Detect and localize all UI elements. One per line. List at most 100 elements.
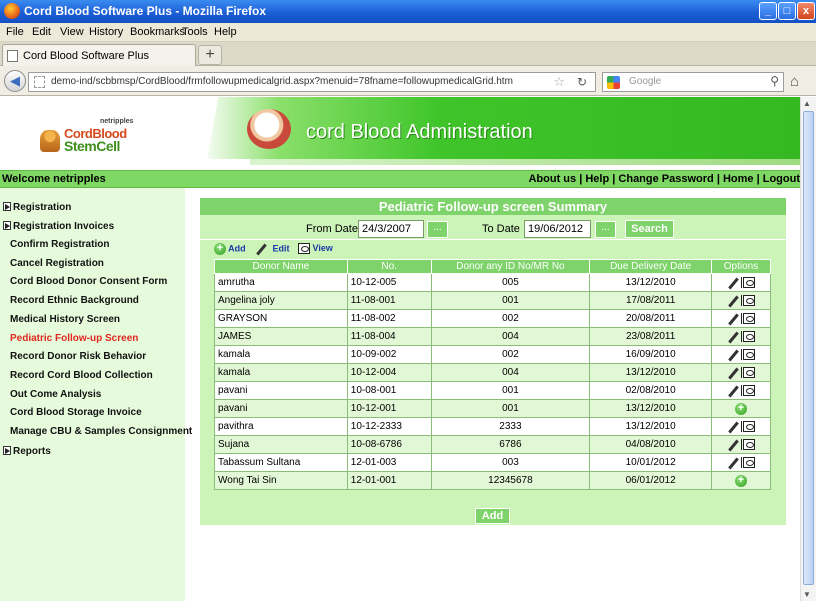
to-date-field[interactable]: 19/06/2012 xyxy=(524,220,591,238)
bookmark-star-icon[interactable]: ☆ xyxy=(553,74,565,90)
view-icon[interactable] xyxy=(742,331,755,342)
view-icon[interactable] xyxy=(742,313,755,324)
search-box[interactable]: Google ⚲ xyxy=(602,72,784,92)
table-row[interactable]: pavithra 10-12-2333 2333 13/12/2010 xyxy=(214,417,771,436)
scroll-thumb[interactable] xyxy=(803,111,814,585)
menu-history[interactable]: History xyxy=(89,26,123,38)
table-row[interactable]: Sujana 10-08-6786 6786 04/08/2010 xyxy=(214,435,771,454)
col-donor-name[interactable]: Donor Name xyxy=(214,259,348,274)
pencil-icon xyxy=(256,243,270,255)
view-icon[interactable] xyxy=(742,385,755,396)
sidebar-item-registration[interactable]: Registration xyxy=(3,201,71,213)
close-button[interactable]: x xyxy=(797,2,815,20)
table-row[interactable]: amrutha 10-12-005 005 13/12/2010 xyxy=(214,273,771,292)
scroll-down-icon[interactable]: ▼ xyxy=(803,590,811,599)
view-tool-button[interactable]: View xyxy=(298,243,333,255)
from-date-picker-button[interactable]: ... xyxy=(427,221,448,238)
sidebar-item-donor-risk[interactable]: Record Donor Risk Behavior xyxy=(10,351,146,362)
edit-icon[interactable] xyxy=(728,313,740,325)
add-button[interactable]: Add xyxy=(475,508,510,524)
change-password-link[interactable]: Change Password xyxy=(618,173,713,185)
back-button[interactable]: ◀ xyxy=(4,70,26,92)
view-icon[interactable] xyxy=(742,457,755,468)
expand-icon[interactable] xyxy=(3,221,11,230)
edit-icon[interactable] xyxy=(728,457,740,469)
help-link[interactable]: Help xyxy=(585,173,609,185)
col-due-date[interactable]: Due Delivery Date xyxy=(589,259,713,274)
logout-link[interactable]: Logout xyxy=(763,173,800,185)
add-icon[interactable]: + xyxy=(735,402,748,415)
reload-icon[interactable]: ↻ xyxy=(577,75,587,89)
view-icon[interactable] xyxy=(742,367,755,378)
url-bar[interactable]: demo-ind/scbbmsp/CordBlood/frmfollowupme… xyxy=(28,72,596,92)
table-row[interactable]: pavani 10-08-001 001 02/08/2010 xyxy=(214,381,771,400)
sidebar-item-confirm-registration[interactable]: Confirm Registration xyxy=(10,239,109,250)
search-button[interactable]: Search xyxy=(625,220,674,238)
to-date-picker-button[interactable]: ... xyxy=(595,221,616,238)
view-icon[interactable] xyxy=(742,421,755,432)
home-link[interactable]: Home xyxy=(723,173,754,185)
table-row[interactable]: JAMES 11-08-004 004 23/08/2011 xyxy=(214,327,771,346)
sidebar-item-pediatric-followup[interactable]: Pediatric Follow-up Screen xyxy=(10,333,138,344)
edit-tool-button[interactable]: Edit xyxy=(256,243,290,255)
menu-tools[interactable]: Tools xyxy=(182,26,208,38)
menu-bookmarks[interactable]: Bookmarks xyxy=(130,26,185,38)
sidebar-item-registration-invoices[interactable]: Registration Invoices xyxy=(3,220,114,232)
menu-file[interactable]: File xyxy=(6,26,24,38)
view-icon[interactable] xyxy=(742,439,755,450)
col-no[interactable]: No. xyxy=(346,259,432,274)
sidebar-item-cancel-registration[interactable]: Cancel Registration xyxy=(10,258,104,269)
menu-help[interactable]: Help xyxy=(214,26,237,38)
edit-icon[interactable] xyxy=(728,295,740,307)
edit-icon[interactable] xyxy=(728,277,740,289)
table-row[interactable]: pavani 10-12-001 001 13/12/2010 + xyxy=(214,399,771,418)
expand-icon[interactable] xyxy=(3,446,11,455)
cell-donor-name: Sujana xyxy=(214,435,348,454)
edit-icon[interactable] xyxy=(728,421,740,433)
expand-icon[interactable] xyxy=(3,202,11,211)
cell-due-date: 17/08/2011 xyxy=(589,291,713,310)
from-date-field[interactable]: 24/3/2007 xyxy=(358,220,424,238)
menu-view[interactable]: View xyxy=(60,26,84,38)
sidebar-item-reports[interactable]: Reports xyxy=(3,445,51,457)
menu-edit[interactable]: Edit xyxy=(32,26,51,38)
vertical-scrollbar[interactable]: ▲ ▼ xyxy=(800,97,816,601)
sidebar-item-storage-invoice[interactable]: Cord Blood Storage Invoice xyxy=(10,407,142,418)
sidebar-item-medical-history[interactable]: Medical History Screen xyxy=(10,314,120,325)
table-row[interactable]: kamala 10-09-002 002 16/09/2010 xyxy=(214,345,771,364)
table-row[interactable]: Tabassum Sultana 12-01-003 003 10/01/2012 xyxy=(214,453,771,472)
view-icon[interactable] xyxy=(742,295,755,306)
add-icon[interactable]: + xyxy=(735,474,748,487)
edit-icon[interactable] xyxy=(728,439,740,451)
cell-donor-id: 12345678 xyxy=(430,471,591,490)
search-icon[interactable]: ⚲ xyxy=(770,74,779,88)
sidebar-item-ethnic-background[interactable]: Record Ethnic Background xyxy=(10,295,139,306)
maximize-button[interactable]: □ xyxy=(778,2,796,20)
cell-options: + xyxy=(711,471,771,490)
scroll-up-icon[interactable]: ▲ xyxy=(803,99,811,108)
minimize-button[interactable]: _ xyxy=(759,2,777,20)
table-row[interactable]: GRAYSON 11-08-002 002 20/08/2011 xyxy=(214,309,771,328)
col-donor-id[interactable]: Donor any ID No/MR No xyxy=(430,259,591,274)
edit-icon[interactable] xyxy=(728,331,740,343)
sidebar-item-consent-form[interactable]: Cord Blood Donor Consent Form xyxy=(10,276,167,287)
sidebar-item-manage-cbu[interactable]: Manage CBU & Samples Consignment xyxy=(10,426,192,437)
add-tool-button[interactable]: + Add xyxy=(214,243,246,255)
sidebar-item-outcome-analysis[interactable]: Out Come Analysis xyxy=(10,389,101,400)
sidebar-item-cord-blood-collection[interactable]: Record Cord Blood Collection xyxy=(10,370,153,381)
table-row[interactable]: Wong Tai Sin 12-01-001 12345678 06/01/2012 + xyxy=(214,471,771,490)
site-identity-icon[interactable] xyxy=(34,76,45,88)
google-icon[interactable] xyxy=(607,76,620,89)
table-row[interactable]: Angelina joly 11-08-001 001 17/08/2011 xyxy=(214,291,771,310)
view-icon[interactable] xyxy=(742,349,755,360)
edit-icon[interactable] xyxy=(728,349,740,361)
cell-no: 10-09-002 xyxy=(346,345,432,364)
tab-cord-blood[interactable]: Cord Blood Software Plus xyxy=(2,44,196,66)
new-tab-button[interactable]: + xyxy=(198,45,222,65)
about-us-link[interactable]: About us xyxy=(528,173,576,185)
table-row[interactable]: kamala 10-12-004 004 13/12/2010 xyxy=(214,363,771,382)
view-icon[interactable] xyxy=(742,277,755,288)
edit-icon[interactable] xyxy=(728,367,740,379)
home-icon[interactable]: ⌂ xyxy=(790,73,799,90)
edit-icon[interactable] xyxy=(728,385,740,397)
